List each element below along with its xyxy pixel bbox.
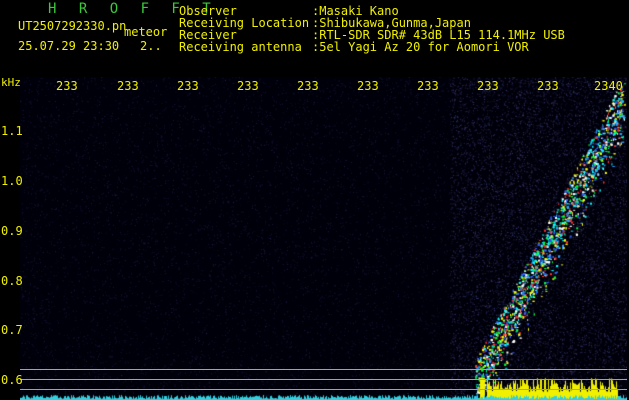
- y-axis-unit: kHz: [1, 76, 21, 89]
- time-tick-label: 233: [177, 79, 199, 93]
- time-tick-label: 233: [357, 79, 379, 93]
- y-tick-label: 0.6: [1, 373, 23, 387]
- header-panel: H R O F F T UT2507292330.pn meteor 25.07…: [0, 0, 629, 76]
- reference-line: [20, 389, 627, 390]
- time-tick-label: 233: [477, 79, 499, 93]
- time-tick-label: 233: [417, 79, 439, 93]
- antenna-label: Receiving antenna: [179, 40, 302, 54]
- reference-line: [20, 379, 627, 380]
- time-tick-label: 233: [56, 79, 78, 93]
- y-tick-label: 1.1: [1, 124, 23, 138]
- y-tick-label: 0.8: [1, 274, 23, 288]
- spectrogram-canvas: [20, 77, 627, 400]
- time-tick-label: 233: [237, 79, 259, 93]
- waterfall-spectrogram: [20, 77, 627, 400]
- time-tick-label: 233: [297, 79, 319, 93]
- y-tick-label: 0.9: [1, 224, 23, 238]
- y-tick-label: 1.0: [1, 174, 23, 188]
- antenna-value: :5el Yagi Az 20 for Aomori VOR: [312, 40, 529, 54]
- y-tick-label: 0.7: [1, 323, 23, 337]
- interval-label: 2..: [140, 39, 162, 53]
- date-time: 25.07.29 23:30: [18, 39, 120, 53]
- time-tick-label: 233: [117, 79, 139, 93]
- meteor-tag: meteor: [124, 25, 168, 39]
- file-name: UT2507292330.pn: [18, 19, 127, 33]
- reference-line: [20, 369, 627, 370]
- time-tick-label: 2340: [594, 79, 623, 93]
- time-tick-label: 233: [537, 79, 559, 93]
